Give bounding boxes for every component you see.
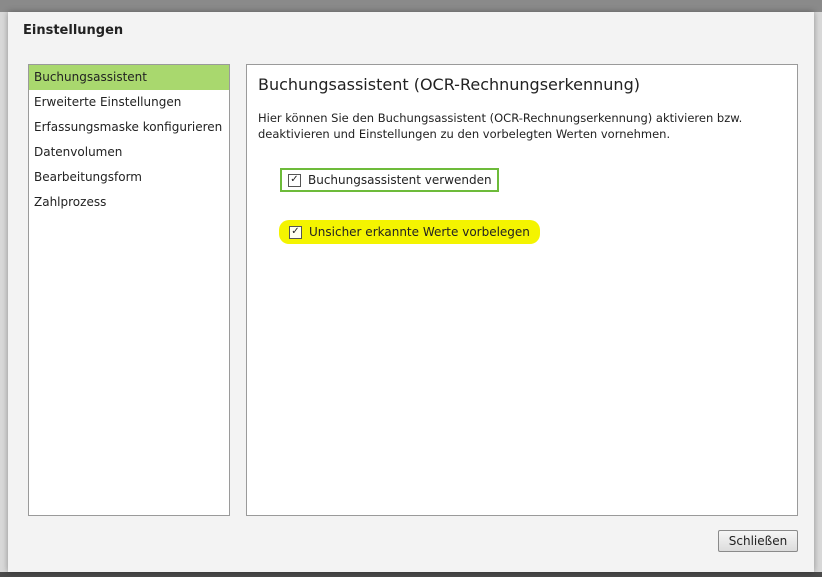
option-label-verwenden: Buchungsassistent verwenden bbox=[308, 173, 492, 187]
checkbox-buchungsassistent-verwenden[interactable]: ✓ bbox=[288, 173, 301, 187]
content-title: Buchungsassistent (OCR-Rechnungserkennun… bbox=[258, 75, 640, 94]
nav-item-erweiterte-einstellungen[interactable]: Erweiterte Einstellungen bbox=[29, 90, 229, 115]
option-werte-vorbelegen[interactable]: ✓ Unsicher erkannte Werte vorbelegen bbox=[279, 220, 540, 244]
nav-item-bearbeitungsform[interactable]: Bearbeitungsform bbox=[29, 165, 229, 190]
background-window-left bbox=[0, 12, 8, 572]
settings-nav: Buchungsassistent Erweiterte Einstellung… bbox=[28, 64, 230, 516]
nav-item-buchungsassistent[interactable]: Buchungsassistent bbox=[29, 65, 229, 90]
background-bottom-bar bbox=[0, 572, 822, 577]
close-button[interactable]: Schließen bbox=[718, 530, 798, 552]
settings-dialog: Einstellungen Buchungsassistent Erweiter… bbox=[8, 12, 814, 572]
nav-item-erfassungsmaske[interactable]: Erfassungsmaske konfigurieren bbox=[29, 115, 229, 140]
nav-item-datenvolumen[interactable]: Datenvolumen bbox=[29, 140, 229, 165]
settings-content-panel: Buchungsassistent (OCR-Rechnungserkennun… bbox=[246, 64, 798, 516]
dialog-title: Einstellungen bbox=[23, 23, 124, 38]
option-buchungsassistent-verwenden[interactable]: ✓ Buchungsassistent verwenden bbox=[280, 168, 499, 192]
option-label-vorbelegen: Unsicher erkannte Werte vorbelegen bbox=[309, 225, 530, 239]
content-description: Hier können Sie den Buchungsassistent (O… bbox=[258, 111, 743, 141]
background-window-strip bbox=[0, 0, 822, 12]
checkbox-werte-vorbelegen[interactable]: ✓ bbox=[289, 225, 302, 239]
background-window-right bbox=[814, 12, 822, 572]
nav-item-zahlprozess[interactable]: Zahlprozess bbox=[29, 190, 229, 215]
